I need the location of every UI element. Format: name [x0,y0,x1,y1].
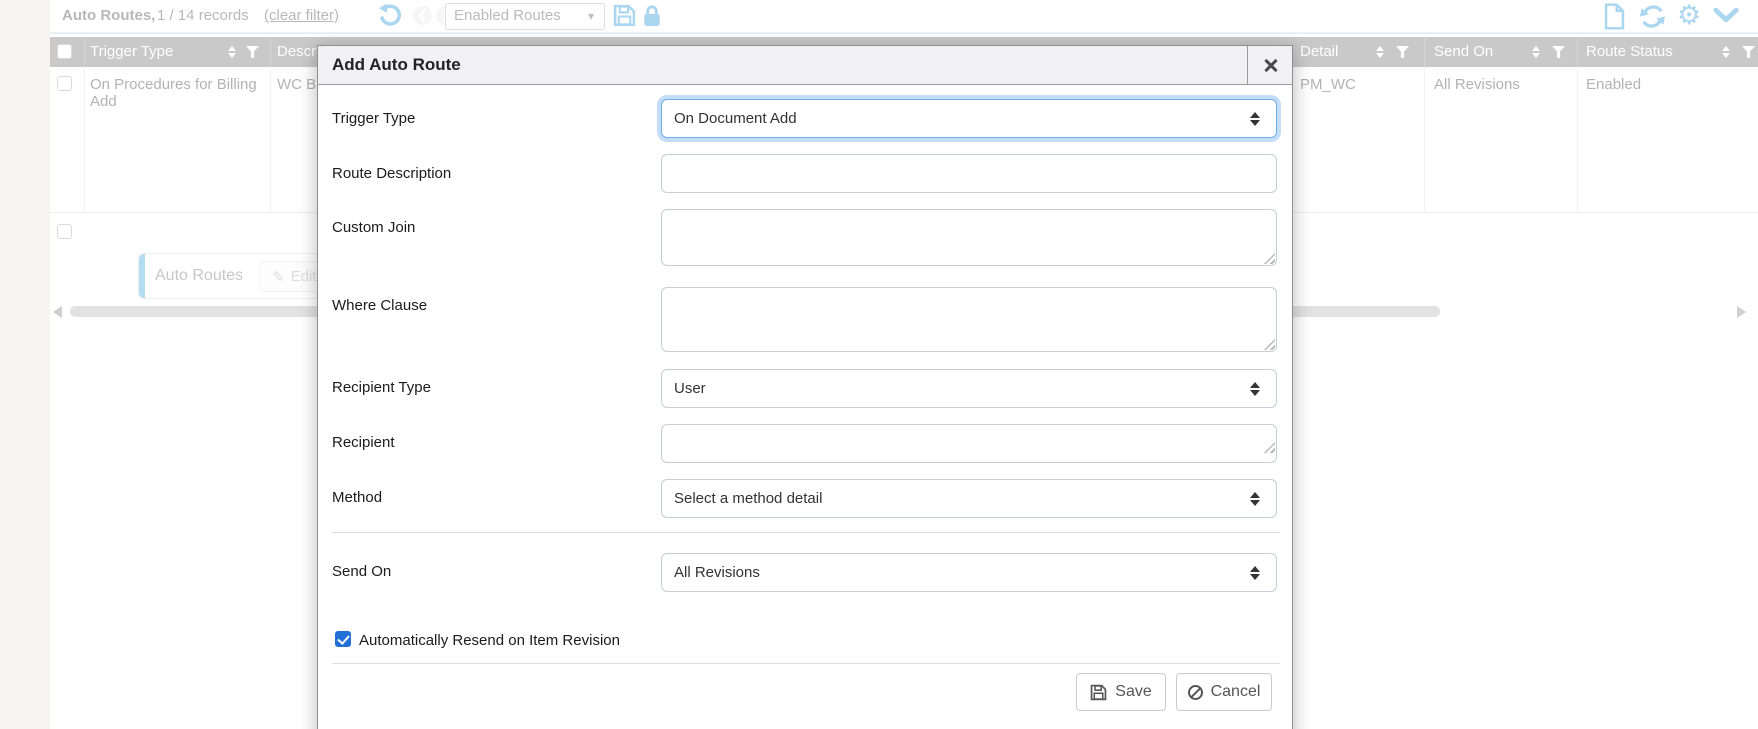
select-arrows-icon [1250,382,1260,396]
resend-checkbox[interactable] [335,631,351,647]
save-button-label: Save [1115,683,1151,701]
method-label: Method [332,489,382,506]
send-on-select[interactable]: All Revisions [661,553,1277,592]
cancel-button-label: Cancel [1211,683,1261,701]
trigger-type-select[interactable]: On Document Add [661,99,1277,138]
route-description-label: Route Description [332,165,451,182]
recipient-type-label: Recipient Type [332,379,431,396]
send-on-label: Send On [332,563,391,580]
where-clause-textarea[interactable] [661,287,1277,352]
cancel-icon [1188,685,1203,700]
custom-join-label: Custom Join [332,219,415,236]
trigger-type-value: On Document Add [674,110,797,127]
select-arrows-icon [1250,112,1260,126]
close-button[interactable] [1247,46,1293,85]
recipient-type-select[interactable]: User [661,369,1277,408]
select-arrows-icon [1250,566,1260,580]
save-floppy-icon [1090,684,1107,701]
recipient-label: Recipient [332,434,395,451]
section-divider [332,532,1280,533]
dialog-title: Add Auto Route [332,55,461,75]
recipient-textarea[interactable] [661,424,1277,463]
recipient-type-value: User [674,380,706,397]
send-on-value: All Revisions [674,564,760,581]
trigger-type-label: Trigger Type [332,110,415,127]
where-clause-label: Where Clause [332,297,427,314]
footer-divider [332,663,1280,664]
method-value: Select a method detail [674,490,822,507]
method-select[interactable]: Select a method detail [661,479,1277,518]
cancel-button[interactable]: Cancel [1176,673,1272,711]
route-description-input[interactable] [661,154,1277,193]
custom-join-textarea[interactable] [661,209,1277,266]
resend-checkbox-label: Automatically Resend on Item Revision [359,632,620,649]
select-arrows-icon [1250,492,1260,506]
add-auto-route-dialog: Add Auto Route Trigger Type On Document … [317,45,1293,729]
dialog-header: Add Auto Route [318,46,1292,85]
save-button[interactable]: Save [1076,673,1166,711]
